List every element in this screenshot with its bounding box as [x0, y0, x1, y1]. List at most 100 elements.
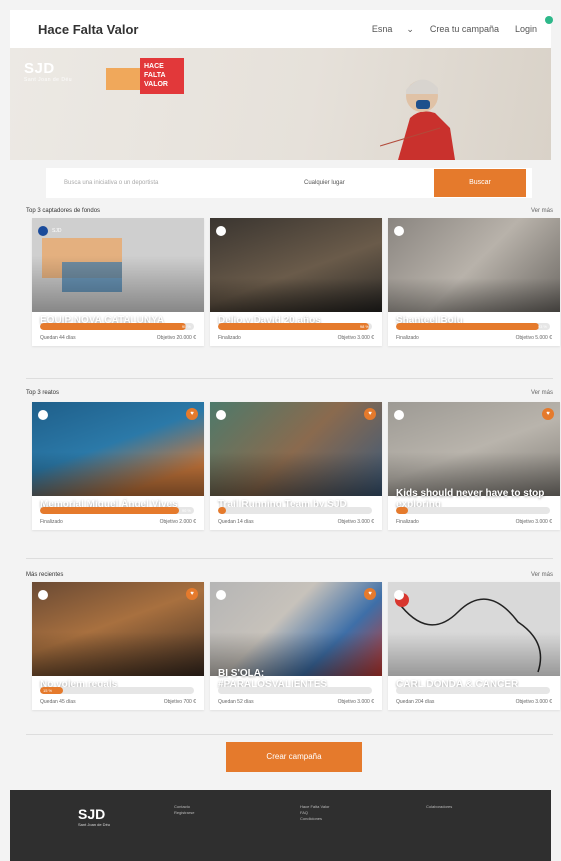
- time-left: Quedan 204 días: [396, 699, 435, 705]
- search-input[interactable]: Busca una iniciativa o un deportista: [46, 180, 304, 186]
- campaign-card[interactable]: Shanteel Bolu 93 % Finalizado Objetivo 5.…: [388, 218, 560, 346]
- progress-fill: [218, 507, 226, 514]
- goal-amount: Objetivo 5.000 €: [515, 335, 552, 341]
- campaign-card[interactable]: ♥ No volem regals 15 % Quedan 45 días Obj…: [32, 582, 204, 710]
- time-left: Finalizado: [40, 519, 63, 525]
- card-meta: Finalizado Objetivo 5.000 €: [396, 335, 552, 341]
- card-meta: Finalizado Objetivo 3.000 €: [218, 335, 374, 341]
- progress-bar: 93 %: [396, 323, 550, 330]
- progress-fill: [218, 323, 369, 330]
- progress-label: 90 %: [181, 508, 191, 513]
- goal-amount: Objetivo 2.000 €: [159, 519, 196, 525]
- progress-bar: [396, 507, 550, 514]
- card-org: [216, 410, 226, 420]
- see-more-link[interactable]: Ver más: [531, 390, 553, 396]
- campaign-card[interactable]: ♥ Memorial Miguel Ángel Vives 90 % Final…: [32, 402, 204, 530]
- campaign-card[interactable]: ♥ BI S'OLA: #PARALOSVALIENTES Quedan 52 …: [210, 582, 382, 710]
- chevron-down-icon: ⌄: [406, 23, 414, 34]
- see-more-link[interactable]: Ver más: [531, 208, 553, 214]
- heart-icon[interactable]: ♥: [186, 408, 198, 420]
- campaign-card[interactable]: ♥ Trail Running Team by SJD Quedan 14 dí…: [210, 402, 382, 530]
- card-meta: Finalizado Objetivo 2.000 €: [40, 519, 196, 525]
- create-campaign-button[interactable]: Crear campaña: [226, 742, 362, 772]
- card-image: [388, 402, 560, 496]
- section-header: Más recientes Ver más: [26, 572, 553, 578]
- card-image: [210, 218, 382, 312]
- goal-amount: Objetivo 700 €: [163, 699, 196, 705]
- heart-icon[interactable]: ♥: [186, 588, 198, 600]
- login-link[interactable]: Login: [515, 24, 537, 34]
- footer-col-3: Colaboradores: [426, 804, 452, 810]
- card-image: [32, 582, 204, 676]
- card-meta: Quedan 14 días Objetivo 3.000 €: [218, 519, 374, 525]
- card-meta: Finalizado Objetivo 3.000 €: [396, 519, 552, 525]
- progress-bar: [396, 687, 550, 694]
- progress-label: 95 %: [181, 324, 191, 329]
- card-org: [38, 410, 48, 420]
- campaign-card[interactable]: Delio y David 20 años 98 % Finalizado Obj…: [210, 218, 382, 346]
- top-navbar: Hace Falta Valor Esna ⌄ Crea tu campaña …: [10, 10, 553, 48]
- card-meta: Quedan 52 días Objetivo 3.000 €: [218, 699, 374, 705]
- progress-bar: [218, 687, 372, 694]
- card-meta: Quedan 45 días Objetivo 700 €: [40, 699, 196, 705]
- progress-fill: [40, 323, 187, 330]
- card-image: [210, 402, 382, 496]
- status-dot-icon: [545, 16, 553, 24]
- progress-label: 93 %: [537, 324, 547, 329]
- campaign-card[interactable]: SJD EQUIP NOVA CATALUNYA 95 % Quedan 44 …: [32, 218, 204, 346]
- section-title: Más recientes: [26, 572, 64, 578]
- search-button[interactable]: Buscar: [434, 169, 526, 197]
- campaign-card[interactable]: CARL DONDA & CANCER Quedan 204 días Objet…: [388, 582, 560, 710]
- footer-link[interactable]: Condiciones: [300, 816, 330, 822]
- see-more-link[interactable]: Ver más: [531, 572, 553, 578]
- time-left: Quedan 52 días: [218, 699, 254, 705]
- location-select[interactable]: Cualquier lugar: [304, 180, 414, 186]
- progress-fill: [396, 507, 409, 514]
- card-meta: Quedan 44 días Objetivo 20.000 €: [40, 335, 196, 341]
- progress-fill: [396, 323, 540, 330]
- language-dropdown[interactable]: Esna ⌄: [372, 24, 414, 35]
- hero-banner: SJD Sant Joan de Déu HACE FALTA VALOR: [10, 48, 551, 160]
- goal-amount: Objetivo 3.000 €: [337, 699, 374, 705]
- campaign-logo-orange: [106, 68, 140, 90]
- footer-col-1: Contacto Registrarse: [174, 804, 194, 816]
- card-image: [32, 402, 204, 496]
- time-left: Finalizado: [396, 519, 419, 525]
- section-header: Top 3 captadores de fondos Ver más: [26, 208, 553, 214]
- card-image: [388, 582, 560, 676]
- progress-bar: 15 %: [40, 687, 194, 694]
- progress-bar: 90 %: [40, 507, 194, 514]
- card-org: [216, 590, 226, 600]
- card-meta: Quedan 204 días Objetivo 3.000 €: [396, 699, 552, 705]
- footer-logo: SJD Sant Joan de Déu: [78, 806, 111, 827]
- language-label: Esna: [371, 24, 393, 34]
- progress-bar: [218, 507, 372, 514]
- footer-col-2: Hace Falta Valor FAQ Condiciones: [300, 804, 330, 822]
- footer-link[interactable]: Colaboradores: [426, 804, 452, 810]
- time-left: Quedan 45 días: [40, 699, 76, 705]
- org-logo-icon: [216, 590, 226, 600]
- brand-logo[interactable]: Hace Falta Valor: [38, 22, 138, 37]
- card-org: [394, 410, 404, 420]
- org-logo-icon: [394, 590, 404, 600]
- heart-icon[interactable]: ♥: [542, 408, 554, 420]
- heart-icon[interactable]: ♥: [364, 408, 376, 420]
- progress-label: 15 %: [43, 688, 53, 693]
- hero-photo: [380, 79, 455, 160]
- org-logo-icon: [394, 226, 404, 236]
- sjd-logo: SJD Sant Joan de Déu: [24, 60, 73, 83]
- heart-icon[interactable]: ♥: [364, 588, 376, 600]
- progress-bar: 95 %: [40, 323, 194, 330]
- nav-links: Esna ⌄ Crea tu campaña Login: [372, 24, 537, 35]
- card-org: [216, 226, 226, 236]
- create-campaign-link[interactable]: Crea tu campaña: [430, 24, 499, 34]
- org-logo-icon: [394, 410, 404, 420]
- card-image: [388, 218, 560, 312]
- campaign-card[interactable]: ♥ Kids should never have to stop explori…: [388, 402, 560, 530]
- goal-amount: Objetivo 20.000 €: [156, 335, 196, 341]
- org-logo-icon: [38, 590, 48, 600]
- footer-link[interactable]: Registrarse: [174, 810, 194, 816]
- card-org: [394, 226, 404, 236]
- progress-bar: 98 %: [218, 323, 372, 330]
- goal-amount: Objetivo 3.000 €: [337, 519, 374, 525]
